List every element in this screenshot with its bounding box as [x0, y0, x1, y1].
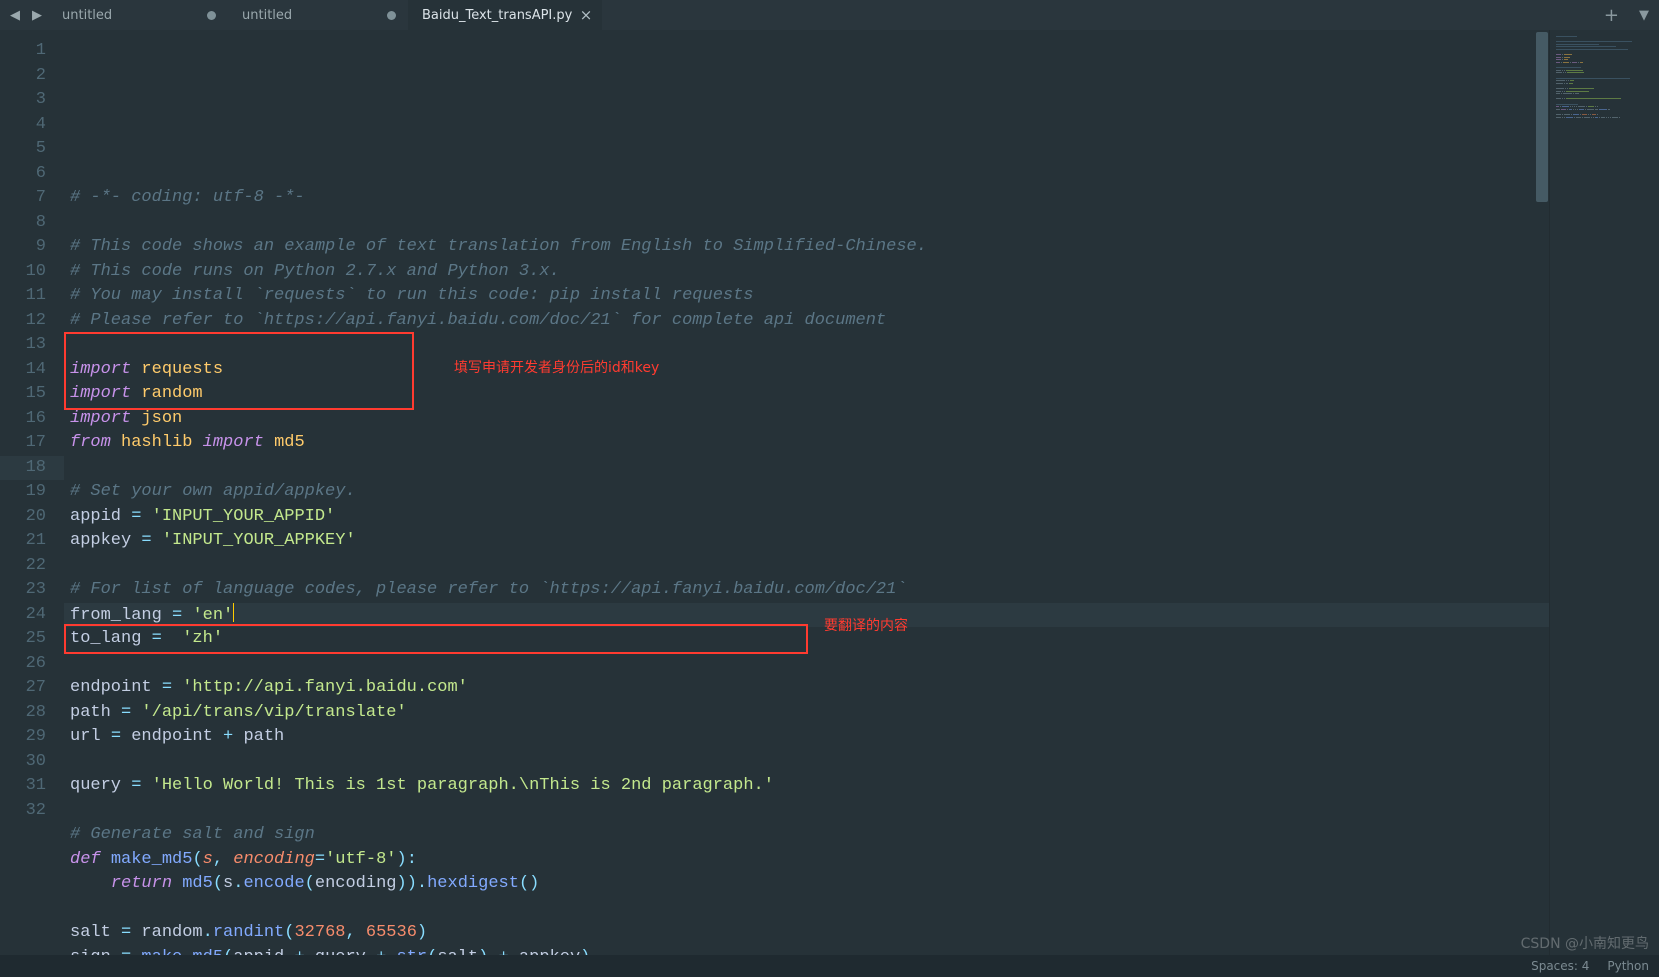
code-line-19[interactable]: to_lang = 'zh'	[64, 627, 1549, 652]
code-area[interactable]: 填写申请开发者身份后的id和key 要翻译的内容 # -*- coding: u…	[64, 30, 1549, 955]
tab-bar: ◀ ▶ untitled untitled Baidu_Text_transAPI.…	[0, 0, 1659, 30]
scroll-thumb[interactable]	[1536, 32, 1548, 202]
tab-label: Baidu_Text_transAPI.py	[422, 8, 572, 23]
status-spaces[interactable]: Spaces: 4	[1531, 959, 1589, 973]
code-line-12[interactable]	[64, 456, 1549, 481]
code-line-4[interactable]: # This code runs on Python 2.7.x and Pyt…	[64, 260, 1549, 285]
close-tab-icon[interactable]: ×	[580, 6, 593, 24]
code-line-16[interactable]	[64, 554, 1549, 579]
code-line-6[interactable]: # Please refer to `https://api.fanyi.bai…	[64, 309, 1549, 334]
code-line-5[interactable]: # You may install `requests` to run this…	[64, 284, 1549, 309]
code-editor[interactable]: 1234567891011121314151617181920212223242…	[0, 30, 1549, 955]
code-line-23[interactable]: url = endpoint + path	[64, 725, 1549, 750]
new-tab-button[interactable]: +	[1594, 5, 1629, 26]
code-line-26[interactable]	[64, 799, 1549, 824]
code-line-24[interactable]	[64, 750, 1549, 775]
code-line-25[interactable]: query = 'Hello World! This is 1st paragr…	[64, 774, 1549, 799]
code-line-17[interactable]: # For list of language codes, please ref…	[64, 578, 1549, 603]
tab-menu-icon[interactable]: ▼	[1629, 8, 1659, 23]
code-line-15[interactable]: appkey = 'INPUT_YOUR_APPKEY'	[64, 529, 1549, 554]
nav-forward-icon[interactable]: ▶	[26, 8, 48, 23]
line-gutter: 1234567891011121314151617181920212223242…	[0, 30, 64, 955]
code-line-2[interactable]	[64, 211, 1549, 236]
code-line-20[interactable]	[64, 652, 1549, 677]
minimap[interactable]	[1549, 30, 1659, 955]
tab-label: untitled	[62, 8, 112, 23]
code-line-3[interactable]: # This code shows an example of text tra…	[64, 235, 1549, 260]
code-line-28[interactable]: def make_md5(s, encoding='utf-8'):	[64, 848, 1549, 873]
code-line-22[interactable]: path = '/api/trans/vip/translate'	[64, 701, 1549, 726]
code-line-7[interactable]	[64, 333, 1549, 358]
vertical-scrollbar[interactable]	[1535, 30, 1549, 955]
code-line-21[interactable]: endpoint = 'http://api.fanyi.baidu.com'	[64, 676, 1549, 701]
code-line-11[interactable]: from hashlib import md5	[64, 431, 1549, 456]
code-line-29[interactable]: return md5(s.encode(encoding)).hexdigest…	[64, 872, 1549, 897]
code-line-18[interactable]: from_lang = 'en'	[64, 603, 1549, 628]
tab-untitled[interactable]: untitled	[48, 0, 228, 30]
tab-untitled[interactable]: untitled	[228, 0, 408, 30]
code-line-10[interactable]: import json	[64, 407, 1549, 432]
code-line-1[interactable]: # -*- coding: utf-8 -*-	[64, 186, 1549, 211]
code-line-27[interactable]: # Generate salt and sign	[64, 823, 1549, 848]
tab-baidu-text-transapi-py[interactable]: Baidu_Text_transAPI.py ×	[408, 0, 602, 30]
code-line-13[interactable]: # Set your own appid/appkey.	[64, 480, 1549, 505]
tab-label: untitled	[242, 8, 292, 23]
code-line-14[interactable]: appid = 'INPUT_YOUR_APPID'	[64, 505, 1549, 530]
code-line-31[interactable]: salt = random.randint(32768, 65536)	[64, 921, 1549, 946]
code-line-9[interactable]: import random	[64, 382, 1549, 407]
status-bar: Spaces: 4 Python	[0, 955, 1659, 977]
code-line-30[interactable]	[64, 897, 1549, 922]
code-line-32[interactable]: sign = make_md5(appid + query + str(salt…	[64, 946, 1549, 956]
nav-back-icon[interactable]: ◀	[0, 8, 26, 23]
modified-dot-icon	[387, 11, 396, 20]
status-language[interactable]: Python	[1607, 959, 1649, 973]
code-line-8[interactable]: import requests	[64, 358, 1549, 383]
modified-dot-icon	[207, 11, 216, 20]
text-cursor	[233, 603, 234, 622]
